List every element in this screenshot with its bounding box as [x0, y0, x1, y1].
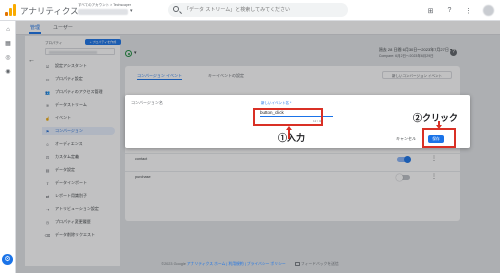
- search-input[interactable]: [184, 5, 334, 15]
- cancel-button[interactable]: キャンセル: [396, 136, 416, 142]
- search-icon: [173, 6, 179, 12]
- top-bar: アナリティクス すべてのアカウント > Techscaper ▾ ⊞ ? ⋮: [0, 0, 500, 21]
- explore-icon[interactable]: ◎: [4, 54, 12, 62]
- dialog-column-header: コンバージョン名: [131, 100, 163, 105]
- annotation-click-label: ②クリック: [413, 113, 459, 123]
- analytics-logo-icon[interactable]: [5, 4, 17, 16]
- feedback-icon[interactable]: [294, 262, 300, 266]
- avatar[interactable]: [483, 5, 494, 16]
- search-bar[interactable]: [168, 3, 348, 17]
- footer-feedback[interactable]: フィードバックを送信: [301, 262, 339, 266]
- account-breadcrumb[interactable]: すべてのアカウント > Techscaper: [78, 3, 131, 8]
- annotation-box-input: [253, 108, 323, 126]
- account-name-blurred[interactable]: [78, 9, 128, 15]
- footer-copyright: ©2023 Google: [161, 262, 186, 266]
- more-vert-icon[interactable]: ⋮: [464, 6, 473, 15]
- annotation-arrow-down-icon: [436, 121, 441, 129]
- account-chevron-down-icon[interactable]: ▾: [130, 8, 133, 14]
- annotation-box-save: [422, 128, 456, 148]
- app-name[interactable]: アナリティクス: [20, 5, 79, 17]
- reports-icon[interactable]: ▦: [4, 40, 12, 48]
- footer: ©2023 Google アナリティクス ホーム | 利用規約 | プライバシー…: [0, 262, 500, 267]
- apps-grid-icon[interactable]: ⊞: [426, 6, 435, 15]
- home-icon[interactable]: ⌂: [4, 26, 12, 34]
- footer-links[interactable]: アナリティクス ホーム | 利用規約 | プライバシー ポリシー: [187, 262, 286, 266]
- left-nav-rail: ⌂ ▦ ◎ ◉ ⚙: [0, 21, 16, 273]
- annotation-input-label: ①入力: [278, 133, 306, 143]
- help-icon[interactable]: ?: [445, 6, 454, 15]
- event-name-field-label: 新しいイベント名 *: [261, 101, 292, 105]
- advertising-icon[interactable]: ◉: [4, 68, 12, 76]
